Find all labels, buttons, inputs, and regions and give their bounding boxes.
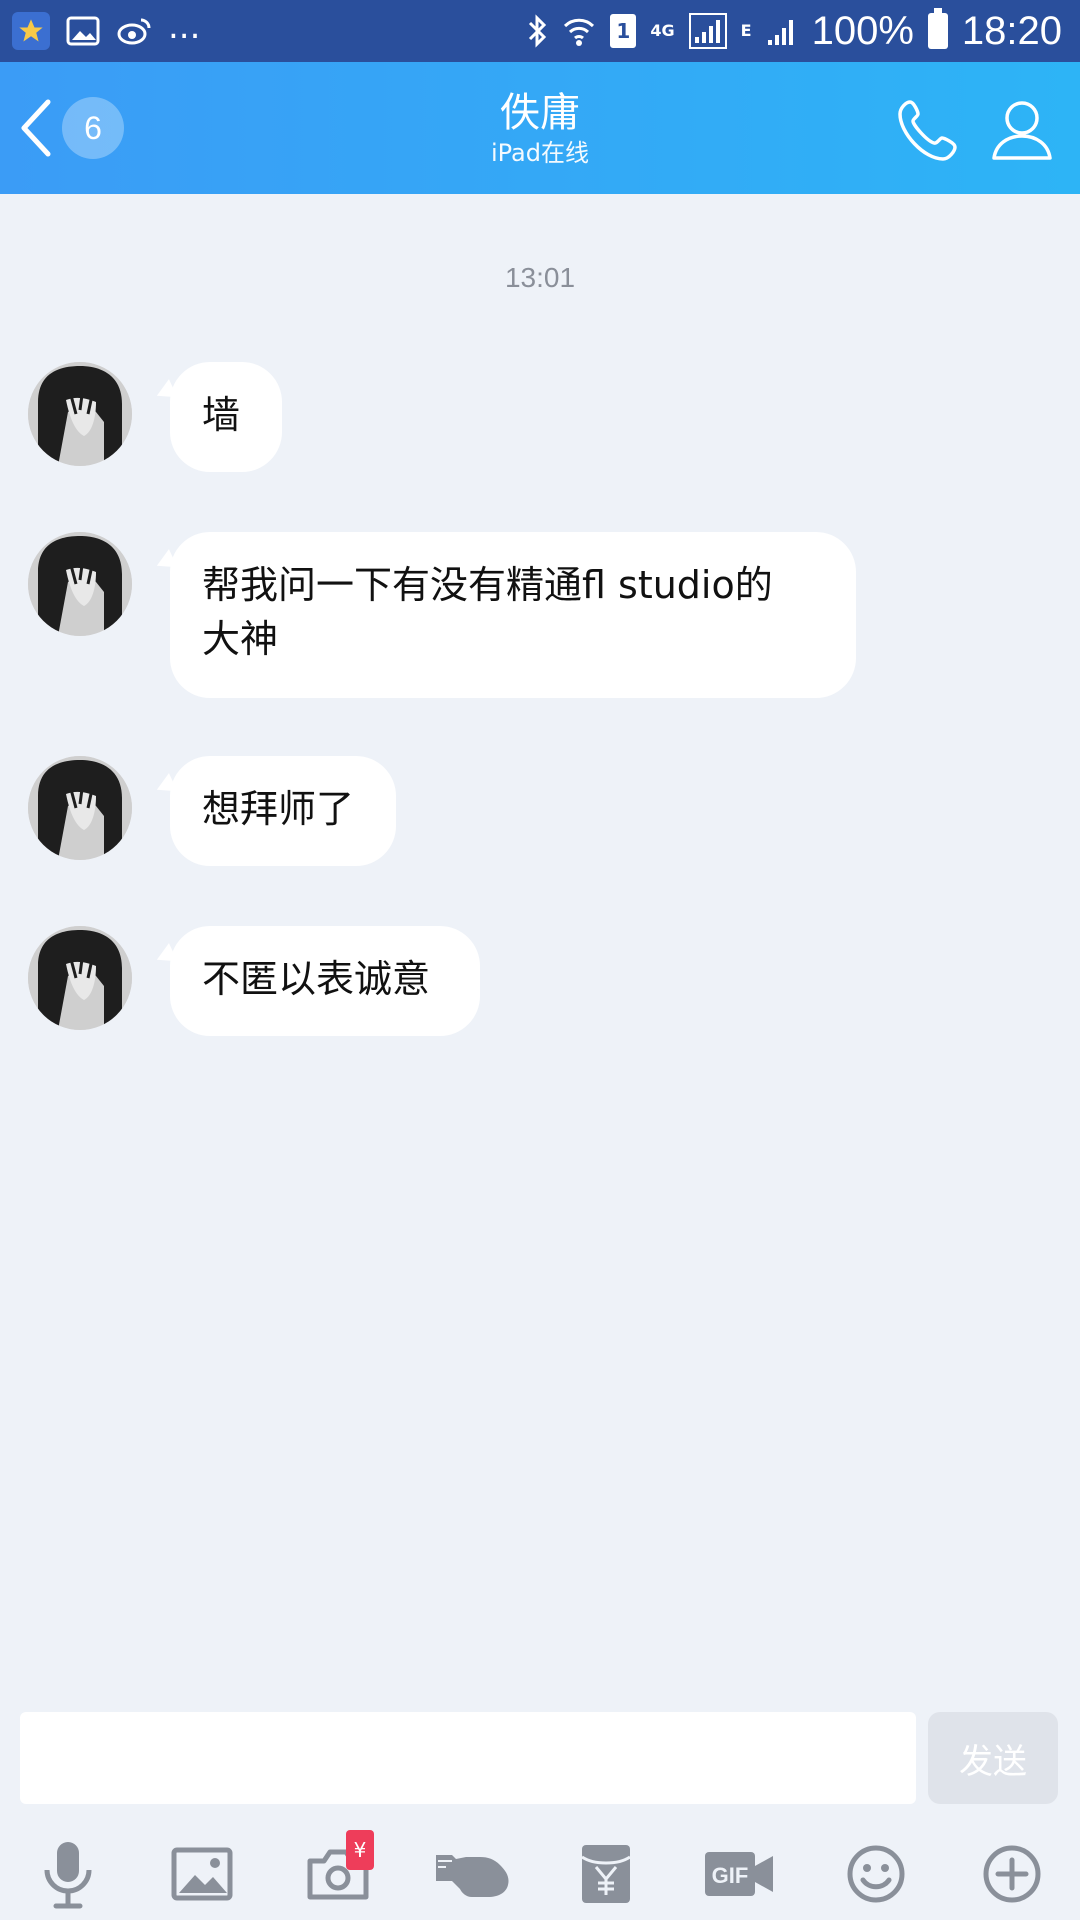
message-text-line: 大神: [202, 617, 279, 661]
message-bubble[interactable]: 帮我问一下有没有精通fl studio的 大神: [170, 532, 856, 698]
plus-icon: [983, 1845, 1041, 1903]
network-type-2: E: [740, 20, 752, 40]
camera-red-packet-badge: ¥: [346, 1830, 374, 1870]
unread-count-badge: 6: [62, 97, 124, 159]
profile-button[interactable]: [988, 96, 1056, 164]
message-text: 不匿以表诚意: [202, 957, 431, 1001]
phone-icon: [898, 100, 957, 161]
message-bubble[interactable]: 墙: [170, 362, 282, 472]
message-timestamp: 13:01: [504, 262, 576, 293]
star-app-icon: [12, 12, 50, 50]
signal-icon-2: [767, 20, 793, 45]
contact-status: iPad在线: [490, 139, 589, 167]
status-bar: ... 1 4G E 100% 18:20: [0, 0, 1080, 62]
network-type: 4G: [650, 20, 675, 40]
avatar[interactable]: [28, 756, 132, 860]
gif-button[interactable]: GIF: [690, 1834, 790, 1914]
bluetooth-icon: [529, 14, 547, 48]
signal-icon: [688, 13, 727, 49]
gif-icon: GIF: [705, 1852, 773, 1896]
mic-icon: [44, 1842, 92, 1909]
status-bar-right: 1 4G E 100% 18:20: [526, 8, 1062, 54]
more-button[interactable]: [962, 1834, 1062, 1914]
red-packet-icon: [581, 1845, 631, 1903]
back-button[interactable]: 6: [18, 92, 130, 164]
message-text-line: 帮我问一下有没有精通fl studio的: [202, 563, 773, 607]
image-icon: [171, 1847, 233, 1901]
back-arrow-icon: [21, 99, 51, 157]
poke-icon: [436, 1855, 509, 1897]
emoji-button[interactable]: [826, 1834, 926, 1914]
avatar[interactable]: [28, 532, 132, 636]
photo-button[interactable]: [152, 1834, 252, 1914]
status-bar-left: ...: [12, 7, 201, 50]
send-button[interactable]: 发送: [928, 1712, 1058, 1804]
battery-percent: 100%: [811, 8, 914, 53]
contact-name: 佚庸: [500, 90, 580, 136]
message-input[interactable]: [20, 1712, 916, 1804]
message-bubble[interactable]: 不匿以表诚意: [170, 926, 480, 1036]
battery-icon: [927, 8, 948, 49]
sim-indicator: 1: [610, 14, 637, 48]
chat-header: 6 佚庸 iPad在线: [0, 62, 1080, 194]
call-button[interactable]: [896, 96, 964, 164]
svg-text:GIF: GIF: [712, 1863, 749, 1888]
message-text: 墙: [202, 393, 241, 437]
wifi-icon: [564, 18, 595, 46]
avatar[interactable]: [28, 362, 132, 466]
more-notifications: ...: [168, 7, 201, 47]
voice-button[interactable]: [18, 1834, 118, 1914]
emoji-icon: [847, 1845, 905, 1903]
message-text: 想拜师了: [202, 787, 355, 831]
camera-button[interactable]: ¥: [288, 1830, 388, 1914]
red-packet-button[interactable]: [556, 1834, 656, 1914]
poke-button[interactable]: [422, 1834, 522, 1914]
gallery-icon: [64, 12, 102, 50]
input-toolbar: ¥ GIF: [0, 1820, 1080, 1920]
message-bubble[interactable]: 想拜师了: [170, 756, 396, 866]
clock: 18:20: [961, 8, 1062, 53]
avatar[interactable]: [28, 926, 132, 1030]
chat-title[interactable]: 佚庸 iPad在线: [340, 88, 740, 168]
weibo-icon: [116, 12, 154, 50]
profile-icon: [992, 101, 1052, 160]
